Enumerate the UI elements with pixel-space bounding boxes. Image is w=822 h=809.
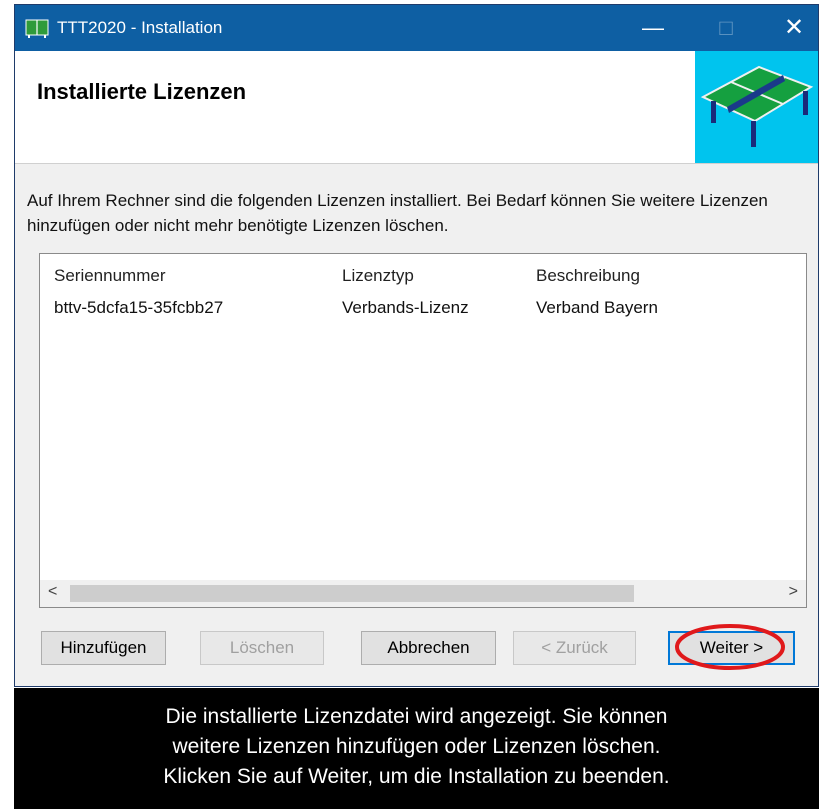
- license-list[interactable]: Seriennummer Lizenztyp Beschreibung bttv…: [39, 253, 807, 608]
- window-title: TTT2020 - Installation: [57, 18, 223, 37]
- app-icon: [25, 19, 49, 38]
- header-graphic: [695, 51, 818, 163]
- back-button: < Zurück: [513, 631, 636, 665]
- column-header-serial[interactable]: Seriennummer: [54, 266, 166, 286]
- add-button[interactable]: Hinzufügen: [41, 631, 166, 665]
- caption-line: weitere Lizenzen hinzufügen oder Lizenze…: [172, 735, 661, 758]
- minimize-button[interactable]: —: [626, 5, 680, 51]
- column-header-description[interactable]: Beschreibung: [536, 266, 640, 286]
- caption-line: Klicken Sie auf Weiter, um die Installat…: [163, 765, 670, 788]
- table-cell-serial[interactable]: bttv-5dcfa15-35fcbb27: [54, 298, 223, 318]
- scroll-right-icon[interactable]: >: [789, 583, 798, 601]
- table-cell-type[interactable]: Verbands-Lizenz: [342, 298, 469, 318]
- maximize-button: □: [719, 15, 733, 40]
- title-bar[interactable]: TTT2020 - Installation — □ ✕: [15, 5, 818, 51]
- table-tennis-table-icon: [700, 65, 814, 147]
- close-button[interactable]: ✕: [767, 5, 821, 51]
- caption-overlay: Die installierte Lizenzdatei wird angeze…: [14, 688, 819, 809]
- column-header-type[interactable]: Lizenztyp: [342, 266, 414, 286]
- scroll-thumb[interactable]: [70, 585, 634, 602]
- cancel-button[interactable]: Abbrechen: [361, 631, 496, 665]
- table-cell-description[interactable]: Verband Bayern: [536, 298, 658, 318]
- scroll-left-icon[interactable]: <: [48, 583, 57, 601]
- page-title: Installierte Lizenzen: [37, 79, 247, 104]
- horizontal-scrollbar[interactable]: < >: [40, 580, 806, 607]
- wizard-header: Installierte Lizenzen: [15, 51, 818, 164]
- installer-window: TTT2020 - Installation — □ ✕ Installiert…: [14, 4, 819, 687]
- instruction-text: Auf Ihrem Rechner sind die folgenden Liz…: [27, 191, 768, 235]
- caption-text: Die installierte Lizenzdatei wird angeze…: [14, 702, 819, 792]
- caption-line: Die installierte Lizenzdatei wird angeze…: [165, 705, 668, 728]
- next-button[interactable]: Weiter >: [668, 631, 795, 665]
- delete-button: Löschen: [200, 631, 324, 665]
